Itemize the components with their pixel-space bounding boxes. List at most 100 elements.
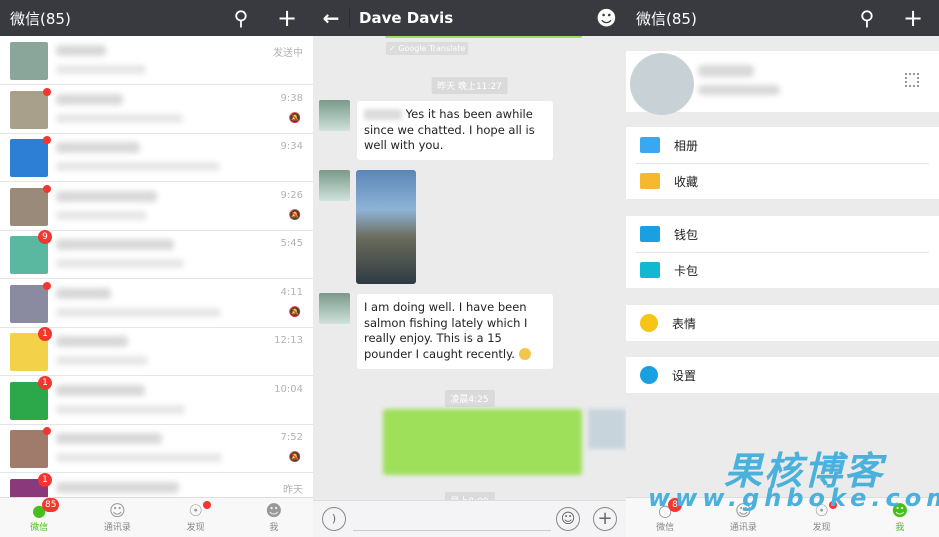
profile-avatar — [630, 53, 694, 115]
back-arrow-icon[interactable]: ← — [321, 8, 341, 28]
chat-list-item[interactable]: 5:45 9 — [0, 230, 313, 279]
menu-group: 钱包卡包 — [626, 216, 939, 288]
blurred-text — [364, 109, 402, 120]
chat-bubble-icon: ● — [32, 501, 47, 520]
plus-icon[interactable]: + — [593, 507, 617, 531]
timestamp: 昨天 晚上11:27 — [431, 77, 508, 94]
message-time: 发送中 — [273, 48, 303, 59]
nav-label: 发现 — [812, 523, 831, 533]
nav-label: 微信 — [656, 523, 675, 533]
menu-item[interactable]: 表情 — [626, 305, 939, 341]
menu-item-label: 钱包 — [674, 227, 699, 242]
conversation-panel: ✓ Google Translate 昨天 晚上11:27 Yes it has… — [313, 0, 626, 537]
menu-item[interactable]: 收藏 — [626, 163, 939, 199]
my-avatar[interactable] — [588, 409, 626, 449]
contact-avatar[interactable] — [319, 170, 350, 201]
blurred-preview — [56, 65, 146, 74]
blurred-id — [698, 85, 780, 95]
search-icon[interactable]: ⚲ — [231, 8, 251, 28]
blurred-preview — [56, 113, 183, 123]
fish-photo[interactable] — [356, 170, 416, 284]
nav-chats[interactable]: ● 微信 85 — [0, 498, 78, 537]
message-time: 7:52 — [280, 432, 303, 443]
header: 微信(85) ⚲ + — [0, 0, 313, 36]
nav-label: 通讯录 — [103, 523, 131, 533]
me-panel: 微信(85) ⚲ + 相册 收藏 钱包 卡包 表情 设置 ○ 微信 8 ☺ 通讯录 ☉ 发现 ☻ 我… — [626, 0, 939, 537]
search-icon[interactable]: ⚲ — [857, 8, 877, 28]
chat-list-item[interactable]: 10:04 1 — [0, 375, 313, 425]
chat-list-item[interactable]: 9:38 🔕 — [0, 86, 313, 134]
menu-item-label: 设置 — [672, 368, 697, 383]
blurred-preview — [56, 356, 148, 365]
emoji-icon[interactable]: ☺ — [556, 507, 580, 531]
menu-item[interactable]: 相册 — [626, 127, 939, 163]
nav-contacts[interactable]: ☺ 通讯录 — [78, 498, 156, 537]
blurred-name — [56, 93, 123, 105]
smiley-emoji-icon — [518, 348, 531, 360]
bottom-nav: ● 微信 85 ☺ 通讯录 ☉ 发现 ☻ 我 — [0, 497, 313, 537]
message-time: 5:45 — [280, 238, 303, 249]
unread-badge: 85 — [42, 498, 60, 512]
nav-me[interactable]: ☻ 我 — [235, 498, 313, 537]
blurred-preview — [56, 404, 185, 414]
message-time: 昨天 — [283, 484, 303, 496]
blurred-preview — [56, 210, 147, 220]
mute-bell-icon: 🔕 — [288, 209, 301, 221]
chat-list-item[interactable]: 9:26 🔕 — [0, 183, 313, 231]
unread-badge: 1 — [38, 375, 52, 390]
unread-dot — [43, 184, 51, 193]
message-input[interactable] — [353, 530, 551, 531]
watermark-url: www.ghboke.com — [648, 484, 939, 512]
message-time: 9:26 — [280, 189, 303, 201]
translate-tag: ✓ Google Translate — [386, 42, 469, 55]
plus-icon[interactable]: + — [277, 6, 297, 30]
menu-group: 设置 — [626, 357, 939, 393]
message-time: 9:34 — [280, 141, 303, 152]
blurred-name — [56, 239, 174, 250]
blurred-name — [56, 336, 128, 347]
favorites-cube-icon — [640, 173, 660, 189]
contacts-icon: ☺ — [109, 501, 126, 520]
person-icon[interactable]: ☻ — [596, 8, 617, 28]
chat-list-item[interactable]: 7:52 🔕 — [0, 425, 313, 473]
nav-discover[interactable]: ☉ 发现 — [157, 498, 235, 537]
voice-icon[interactable]: ) — [322, 507, 346, 531]
photo-album-icon — [640, 137, 660, 153]
chat-list-item[interactable]: 12:13 1 — [0, 327, 313, 376]
contact-avatar[interactable] — [319, 100, 350, 131]
chat-list-item[interactable]: 9:34 — [0, 134, 313, 182]
sent-message-bubble[interactable] — [383, 409, 582, 475]
menu-item[interactable]: 卡包 — [626, 252, 939, 288]
unread-dot — [43, 136, 51, 144]
message-bubble[interactable]: I am doing well. I have been salmon fish… — [357, 294, 553, 369]
chat-list-item[interactable]: 发送中 — [0, 37, 313, 85]
contact-avatar[interactable] — [319, 293, 350, 324]
nav-label: 我 — [895, 523, 905, 533]
message-bubble[interactable]: Yes it has been awhile since we chatted.… — [357, 101, 553, 160]
chat-list-panel: 微信(85) ⚲ + 发送中 9:38 🔕 9:34 9:26 🔕 5:45 9 4:… — [0, 0, 313, 537]
card-icon — [640, 262, 660, 278]
input-bar: ) ☺ + — [313, 500, 626, 537]
menu-item-label: 表情 — [672, 316, 697, 331]
qr-code-icon[interactable] — [905, 73, 919, 87]
blurred-preview — [56, 307, 221, 317]
blurred-name — [56, 481, 179, 493]
timestamp: 凌晨4:25 — [444, 390, 495, 407]
chat-avatar — [10, 139, 48, 177]
menu-item-label: 相册 — [674, 138, 699, 153]
blurred-name — [698, 65, 754, 77]
nav-label: 通讯录 — [729, 523, 757, 533]
header: ← Dave Davis ☻ — [313, 0, 626, 36]
message-time: 4:11 — [280, 286, 303, 298]
profile-card[interactable] — [626, 51, 939, 115]
blurred-preview — [56, 259, 184, 268]
nav-label: 我 — [269, 523, 279, 533]
page-title: 微信(85) — [10, 9, 71, 28]
menu-item[interactable]: 设置 — [626, 357, 939, 393]
mute-bell-icon: 🔕 — [288, 112, 301, 124]
chat-list-item[interactable]: 4:11 🔕 — [0, 280, 313, 328]
menu-item[interactable]: 钱包 — [626, 216, 939, 252]
unread-dot — [43, 281, 51, 290]
page-title: Dave Davis — [359, 9, 454, 27]
plus-icon[interactable]: + — [903, 6, 923, 30]
